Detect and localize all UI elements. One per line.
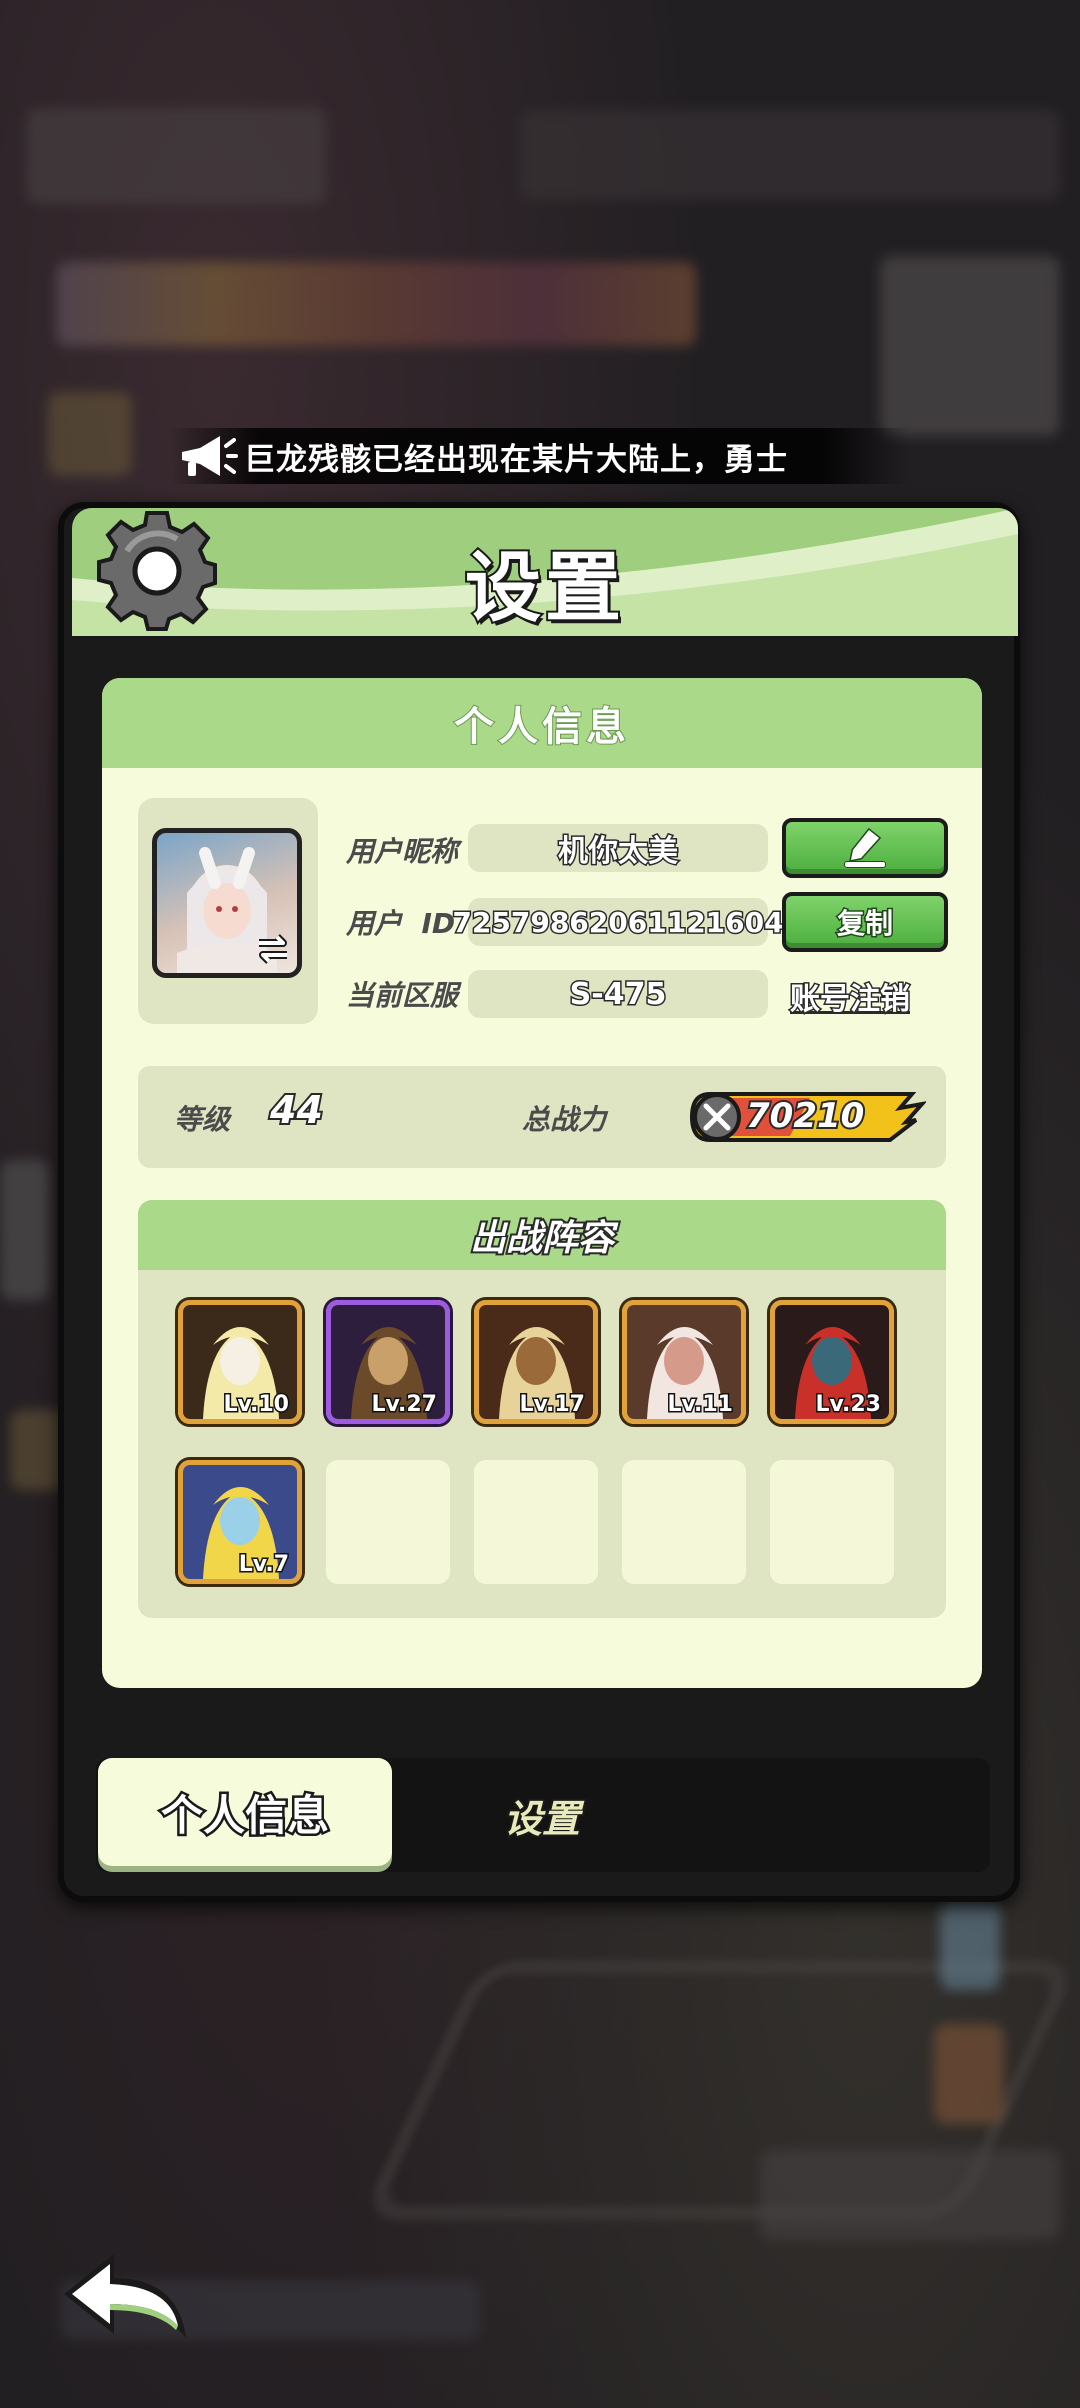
power-label: 总战力 [522,1103,607,1136]
bg-player-card [26,108,326,204]
bg-icon-row [56,262,696,346]
hero-slot[interactable]: Lv.27 [326,1300,450,1424]
stats-row: 等级 44 总战力 70210 [138,1066,946,1168]
announcement-text: 巨龙残骸已经出现在某片大陆上，勇士 [244,441,788,478]
bg-resource-bar [520,110,1060,200]
hero-level: Lv.11 [666,1391,735,1419]
bg-avatar-left [48,392,132,476]
lineup-title: 出战阵容 [468,1216,616,1261]
nickname-label: 用户昵称 [346,835,459,868]
server-label: 当前区服 [346,979,459,1012]
back-arrow-icon [64,2254,186,2338]
edit-nickname-button[interactable] [782,818,948,878]
tab-profile-label: 个人信息 [158,1788,331,1842]
tab-settings[interactable]: 设置 [502,1788,582,1843]
level-label: 等级 [174,1103,231,1136]
level-value: 44 [268,1086,325,1134]
nickname-field: 机你太美 [468,824,768,872]
avatar[interactable] [152,828,302,978]
hero-slot[interactable]: Lv.11 [622,1300,746,1424]
copy-button[interactable]: 复制 [782,892,948,952]
hero-slot[interactable]: Lv.23 [770,1300,894,1424]
hero-slot[interactable]: Lv.17 [474,1300,598,1424]
megaphone-icon [170,428,244,484]
cancel-account-link[interactable]: 账号注销 [789,974,912,1019]
empty-hero-slot[interactable] [622,1460,746,1584]
hero-slot[interactable]: Lv.10 [178,1300,302,1424]
hero-level: Lv.17 [518,1391,587,1419]
bg-unit-2 [934,2024,1004,2124]
empty-hero-slot[interactable] [326,1460,450,1584]
avatar-box [138,798,318,1024]
empty-hero-slot[interactable] [770,1460,894,1584]
announcement-bar: 巨龙残骸已经出现在某片大陆上，勇士 [170,428,910,484]
panel-header: 个人信息 [102,678,982,768]
bg-unit-1 [940,1900,1000,1990]
user-id-field: 72579862061121604 [451,898,785,946]
lineup-header: 出战阵容 [138,1200,946,1270]
bg-bottom-card [760,2150,1060,2240]
panel-title: 个人信息 [453,703,630,751]
swap-icon[interactable] [253,929,293,969]
power-badge: 70210 [690,1090,926,1144]
tab-profile[interactable]: 个人信息 [98,1758,392,1866]
power-value: 70210 [744,1094,866,1138]
gear-icon [94,508,220,634]
profile-panel: 个人信息 用户昵称 机你太美 用户 ID 72579862061121604 复… [102,678,982,1688]
back-button[interactable] [58,2246,194,2350]
user-id-label: 用户 ID [346,907,456,940]
hero-level: Lv.27 [370,1391,439,1419]
hero-slot[interactable]: Lv.7 [178,1460,302,1584]
empty-hero-slot[interactable] [474,1460,598,1584]
bg-minimap [880,256,1060,436]
tab-bar: 个人信息 设置 [96,1758,990,1872]
bg-side-left [0,1160,50,1300]
hero-level: Lv.23 [814,1391,883,1419]
hero-level: Lv.10 [222,1391,291,1419]
server-field: S-475 [468,970,768,1018]
hero-level: Lv.7 [237,1551,290,1579]
battle-lineup: 出战阵容 Lv.10 Lv.27 Lv.17 Lv.11 Lv.23 Lv.7 [138,1200,946,1618]
edit-icon [844,827,886,868]
settings-dialog: 设置 个人信息 用户昵称 机你太美 用户 ID 7257986206112160… [58,502,1020,1902]
